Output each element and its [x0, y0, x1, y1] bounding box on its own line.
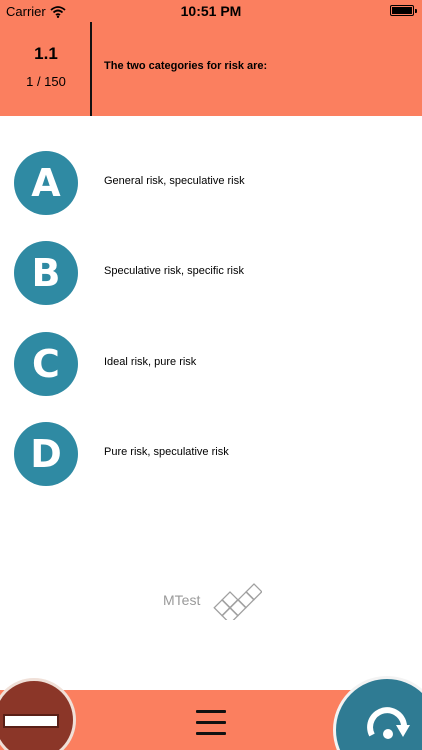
answer-text: Speculative risk, specific risk: [104, 265, 244, 277]
answer-button-d[interactable]: D: [14, 422, 78, 486]
answer-button-c[interactable]: C: [14, 332, 78, 396]
answer-text: Ideal risk, pure risk: [104, 356, 197, 368]
answer-option-b[interactable]: B Speculative risk, specific risk: [0, 241, 422, 311]
answer-option-c[interactable]: C Ideal risk, pure risk: [0, 332, 422, 402]
question-number: 1.1: [34, 44, 58, 63]
logo-text: MTest: [163, 592, 201, 608]
answer-letter: C: [32, 342, 60, 386]
stop-button[interactable]: [0, 678, 76, 750]
answer-text: Pure risk, speculative risk: [104, 446, 229, 458]
battery-icon: [390, 5, 417, 16]
clock: 10:51 PM: [180, 3, 242, 19]
answer-letter: A: [31, 161, 61, 205]
answer-button-b[interactable]: B: [14, 241, 78, 305]
answer-letter: D: [30, 432, 62, 476]
answer-option-d[interactable]: D Pure risk, speculative risk: [0, 422, 422, 492]
logo-mark-icon: [213, 583, 262, 620]
answer-option-a[interactable]: A General risk, speculative risk: [0, 151, 422, 221]
no-entry-icon: [3, 714, 59, 728]
rotate-icon: [367, 707, 410, 739]
mtest-logo: MTest: [163, 578, 263, 620]
answer-text: General risk, speculative risk: [104, 175, 245, 187]
status-bar: Carrier 10:51 PM: [0, 0, 422, 22]
question-header: 1.1 1 / 150 The two categories for risk …: [0, 22, 422, 116]
answer-button-a[interactable]: A: [14, 151, 78, 215]
question-text: The two categories for risk are:: [104, 60, 268, 72]
hamburger-menu-icon[interactable]: [193, 708, 229, 738]
question-meta: 1.1 1 / 150: [0, 22, 92, 116]
question-progress: 1 / 150: [26, 74, 66, 89]
answer-letter: B: [31, 251, 61, 295]
redo-button[interactable]: [333, 676, 422, 750]
